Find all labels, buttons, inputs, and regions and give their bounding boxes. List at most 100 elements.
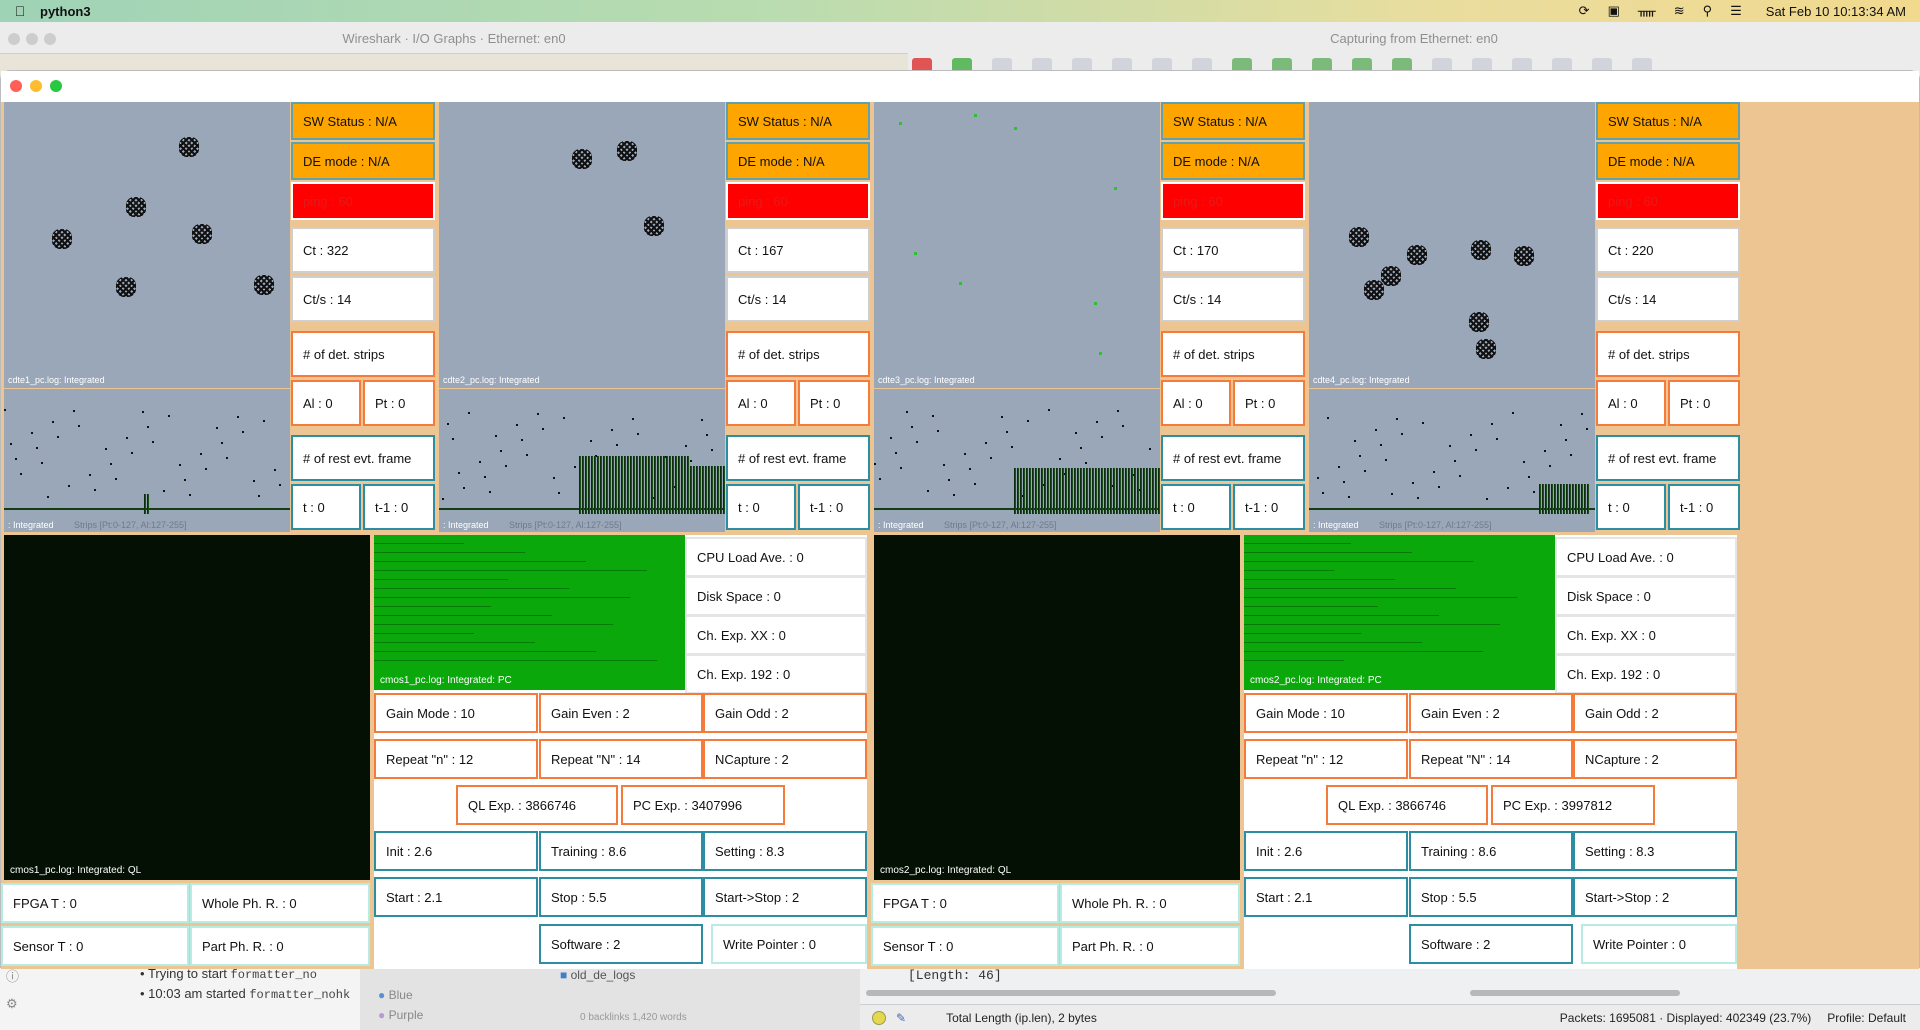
t1-field[interactable]: t-1 : 0	[798, 484, 870, 530]
repeat-n-small-field[interactable]: Repeat "n" : 12	[1244, 739, 1408, 779]
hit-map-plot[interactable]: cdte2_pc.log: Integrated	[439, 102, 725, 388]
disk-space-field[interactable]: Disk Space : 0	[685, 576, 867, 616]
zoom-window-button[interactable]	[50, 80, 62, 92]
de-mode-button[interactable]: DE mode : N/A	[1161, 142, 1305, 180]
pc-image-plot[interactable]: cmos2_pc.log: Integrated: PC	[1244, 535, 1555, 690]
de-mode-button[interactable]: DE mode : N/A	[726, 142, 870, 180]
training-field[interactable]: Training : 8.6	[539, 831, 703, 871]
det-strips-field[interactable]: # of det. strips	[1161, 331, 1305, 377]
repeat-n-big-field[interactable]: Repeat "N" : 14	[539, 739, 703, 779]
pt-field[interactable]: Pt : 0	[363, 380, 435, 426]
gain-odd-field[interactable]: Gain Odd : 2	[1573, 693, 1737, 733]
ncapture-field[interactable]: NCapture : 2	[703, 739, 867, 779]
sync-icon[interactable]: ⟳	[1579, 3, 1590, 19]
ql-image-plot[interactable]: cmos1_pc.log: Integrated: QL	[4, 535, 370, 880]
bluetooth-icon[interactable]: ᚅ	[1638, 3, 1656, 19]
ping-button[interactable]: ping : 60	[1161, 182, 1305, 220]
hscrollbar-left[interactable]	[866, 990, 1276, 996]
rest-evt-field[interactable]: # of rest evt. frame	[291, 435, 435, 481]
sensor-t-field[interactable]: Sensor T : 0	[871, 926, 1059, 966]
cpu-load-field[interactable]: CPU Load Ave. : 0	[1555, 537, 1737, 577]
gain-even-field[interactable]: Gain Even : 2	[539, 693, 703, 733]
app-name[interactable]: python3	[40, 4, 91, 19]
ping-button[interactable]: ping : 60	[291, 182, 435, 220]
rest-evt-field[interactable]: # of rest evt. frame	[1596, 435, 1740, 481]
expert-info-icon[interactable]	[872, 1010, 886, 1025]
de-mode-button[interactable]: DE mode : N/A	[291, 142, 435, 180]
edit-comment-icon[interactable]: ✎	[896, 1011, 906, 1025]
software-field[interactable]: Software : 2	[539, 924, 703, 964]
settings-icon[interactable]: ⚙	[6, 996, 18, 1012]
apple-icon[interactable]: 	[0, 3, 40, 19]
setting-field[interactable]: Setting : 8.3	[1573, 831, 1737, 871]
setting-field[interactable]: Setting : 8.3	[703, 831, 867, 871]
sw-status-button[interactable]: SW Status : N/A	[1161, 102, 1305, 140]
t-field[interactable]: t : 0	[1161, 484, 1231, 530]
al-field[interactable]: Al : 0	[726, 380, 796, 426]
ping-button[interactable]: ping : 60	[726, 182, 870, 220]
t1-field[interactable]: t-1 : 0	[1668, 484, 1740, 530]
part-ph-field[interactable]: Part Ph. R. : 0	[1060, 926, 1240, 966]
close-window-button[interactable]	[10, 80, 22, 92]
al-field[interactable]: Al : 0	[1596, 380, 1666, 426]
python-monitor-window[interactable]: cdte1_pc.log: Integrated : Integrated St…	[0, 70, 1920, 969]
write-pointer-field[interactable]: Write Pointer : 0	[711, 924, 867, 964]
part-ph-field[interactable]: Part Ph. R. : 0	[190, 926, 370, 966]
wifi-icon[interactable]: ≋	[1674, 3, 1685, 19]
io-graphs-window[interactable]: Wireshark · I/O Graphs · Ethernet: en0	[0, 22, 908, 54]
spectrum-plot[interactable]: : Integrated Strips [Pt:0-127, Al:127-25…	[439, 389, 725, 532]
gain-odd-field[interactable]: Gain Odd : 2	[703, 693, 867, 733]
det-strips-field[interactable]: # of det. strips	[291, 331, 435, 377]
pc-exp-field[interactable]: PC Exp. : 3407996	[621, 785, 785, 825]
ch-exp-192-field[interactable]: Ch. Exp. 192 : 0	[685, 654, 867, 694]
t-field[interactable]: t : 0	[1596, 484, 1666, 530]
display-icon[interactable]: ▣	[1608, 3, 1620, 19]
ql-image-plot[interactable]: cmos2_pc.log: Integrated: QL	[874, 535, 1240, 880]
count-rate-field[interactable]: Ct/s : 14	[726, 276, 870, 322]
minimize-window-button[interactable]	[30, 80, 42, 92]
de-mode-button[interactable]: DE mode : N/A	[1596, 142, 1740, 180]
notes-window[interactable]: ⓘ • Trying to start formatter_no • 10:03…	[0, 966, 360, 1030]
fpga-t-field[interactable]: FPGA T : 0	[871, 883, 1059, 923]
init-field[interactable]: Init : 2.6	[374, 831, 538, 871]
search-icon[interactable]: ⚲	[1703, 3, 1713, 19]
sw-status-button[interactable]: SW Status : N/A	[726, 102, 870, 140]
al-field[interactable]: Al : 0	[291, 380, 361, 426]
software-field[interactable]: Software : 2	[1409, 924, 1573, 964]
det-strips-field[interactable]: # of det. strips	[1596, 331, 1740, 377]
pt-field[interactable]: Pt : 0	[1233, 380, 1305, 426]
sw-status-button[interactable]: SW Status : N/A	[291, 102, 435, 140]
ch-exp-xx-field[interactable]: Ch. Exp. XX : 0	[685, 615, 867, 655]
hit-map-plot[interactable]: cdte3_pc.log: Integrated	[874, 102, 1160, 388]
count-field[interactable]: Ct : 170	[1161, 227, 1305, 273]
tag-blue[interactable]: ● Blue	[378, 988, 413, 1002]
hscrollbar-right[interactable]	[1470, 990, 1680, 996]
pc-exp-field[interactable]: PC Exp. : 3997812	[1491, 785, 1655, 825]
det-strips-field[interactable]: # of det. strips	[726, 331, 870, 377]
hit-map-plot[interactable]: cdte4_pc.log: Integrated	[1309, 102, 1595, 388]
whole-ph-field[interactable]: Whole Ph. R. : 0	[1060, 883, 1240, 923]
al-field[interactable]: Al : 0	[1161, 380, 1231, 426]
pt-field[interactable]: Pt : 0	[798, 380, 870, 426]
count-rate-field[interactable]: Ct/s : 14	[1161, 276, 1305, 322]
init-field[interactable]: Init : 2.6	[1244, 831, 1408, 871]
hit-map-plot[interactable]: cdte1_pc.log: Integrated	[4, 102, 290, 388]
spectrum-plot[interactable]: : Integrated Strips [Pt:0-127, Al:127-25…	[4, 389, 290, 532]
t-field[interactable]: t : 0	[291, 484, 361, 530]
start-field[interactable]: Start : 2.1	[1244, 877, 1408, 917]
rest-evt-field[interactable]: # of rest evt. frame	[726, 435, 870, 481]
cpu-load-field[interactable]: CPU Load Ave. : 0	[685, 537, 867, 577]
write-pointer-field[interactable]: Write Pointer : 0	[1581, 924, 1737, 964]
start-stop-field[interactable]: Start->Stop : 2	[703, 877, 867, 917]
ql-exp-field[interactable]: QL Exp. : 3866746	[456, 785, 618, 825]
stop-field[interactable]: Stop : 5.5	[1409, 877, 1573, 917]
whole-ph-field[interactable]: Whole Ph. R. : 0	[190, 883, 370, 923]
repeat-n-big-field[interactable]: Repeat "N" : 14	[1409, 739, 1573, 779]
rest-evt-field[interactable]: # of rest evt. frame	[1161, 435, 1305, 481]
gain-mode-field[interactable]: Gain Mode : 10	[1244, 693, 1408, 733]
control-center-icon[interactable]: ☰	[1730, 3, 1742, 19]
count-field[interactable]: Ct : 220	[1596, 227, 1740, 273]
spectrum-plot[interactable]: : Integrated Strips [Pt:0-127, Al:127-25…	[1309, 389, 1595, 532]
fpga-t-field[interactable]: FPGA T : 0	[1, 883, 189, 923]
count-field[interactable]: Ct : 167	[726, 227, 870, 273]
